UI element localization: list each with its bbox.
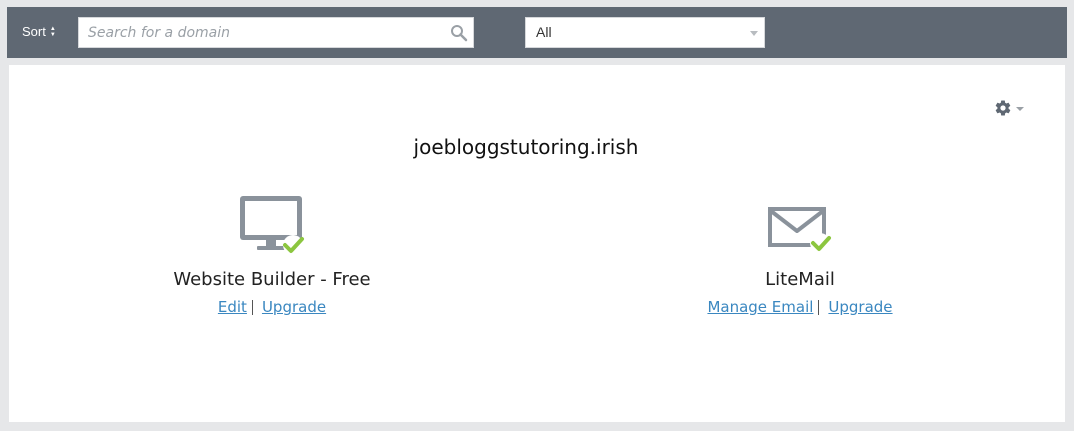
sort-arrows-icon: ▲ ▼ (49, 26, 56, 38)
service-links: Manage Email Upgrade (600, 298, 1000, 316)
envelope-check-icon (768, 207, 831, 253)
link-separator (818, 299, 820, 315)
service-website-builder: Website Builder - Free Edit Upgrade (72, 191, 472, 316)
search-box (78, 17, 474, 48)
monitor-check-icon (240, 196, 304, 255)
link-separator (251, 299, 253, 315)
edit-link[interactable]: Edit (218, 298, 247, 316)
upgrade-link[interactable]: Upgrade (828, 298, 892, 316)
sort-button[interactable]: Sort ▲ ▼ (22, 24, 56, 39)
gear-icon (995, 100, 1011, 116)
chevron-down-icon (750, 31, 758, 36)
sort-label: Sort (22, 24, 46, 39)
filter-select[interactable]: All (525, 17, 765, 48)
search-icon[interactable] (450, 24, 468, 42)
toolbar: Sort ▲▼ All (7, 7, 1067, 58)
upgrade-link[interactable]: Upgrade (262, 298, 326, 316)
domain-panel: joebloggstutoring.irish Website Builder … (9, 65, 1065, 422)
service-litemail: LiteMail Manage Email Upgrade (600, 191, 1000, 316)
settings-menu-button[interactable] (994, 99, 1024, 117)
service-name: LiteMail (765, 269, 835, 290)
service-links: Edit Upgrade (72, 298, 472, 316)
manage-email-link[interactable]: Manage Email (707, 298, 813, 316)
filter-select-value: All (536, 24, 552, 40)
domain-name: joebloggstutoring.irish (413, 135, 639, 159)
service-name: Website Builder - Free (173, 269, 371, 290)
search-input[interactable] (79, 18, 439, 47)
caret-down-icon (1016, 107, 1024, 111)
